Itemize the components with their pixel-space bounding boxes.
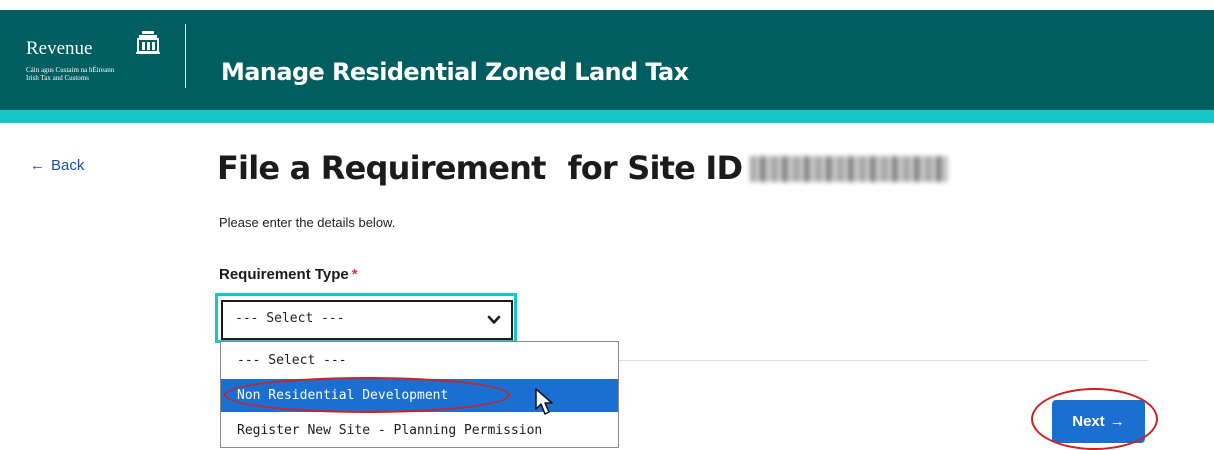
page-title-main: File a Requirement xyxy=(217,149,546,187)
required-marker: * xyxy=(351,266,358,283)
next-button[interactable]: Next → xyxy=(1052,400,1145,443)
header-accent-bar xyxy=(0,110,1214,123)
select-current-value: --- Select --- xyxy=(235,311,345,326)
redacted-site-id xyxy=(750,156,949,182)
section-divider xyxy=(619,360,1148,361)
requirement-type-label-text: Requirement Type xyxy=(219,266,349,283)
logo-subtitle: Cáin agus Custaim na hÉireann Irish Tax … xyxy=(26,66,114,82)
logo-wordmark: Revenue xyxy=(26,38,93,59)
intro-text: Please enter the details below. xyxy=(219,215,396,230)
logo-subtitle-english: Irish Tax and Customs xyxy=(26,74,89,82)
option-non-residential-development[interactable]: Non Residential Development xyxy=(221,379,618,412)
back-link[interactable]: ← Back xyxy=(30,157,84,174)
requirement-type-select[interactable]: --- Select --- xyxy=(221,300,513,340)
logo-subtitle-irish: Cáin agus Custaim na hÉireann xyxy=(26,66,115,74)
arrow-right-icon: → xyxy=(1109,413,1125,430)
revenue-harp-crest-icon xyxy=(136,31,160,54)
header-divider xyxy=(185,24,186,88)
requirement-type-options: --- Select --- Non Residential Developme… xyxy=(220,341,619,448)
page-title: File a Requirement for Site ID xyxy=(217,149,949,187)
chevron-down-icon xyxy=(487,315,501,324)
option-register-new-site[interactable]: Register New Site - Planning Permission xyxy=(221,414,618,447)
page-title-site: for Site ID xyxy=(567,149,743,187)
app-title: Manage Residential Zoned Land Tax xyxy=(221,58,689,86)
mouse-cursor-icon xyxy=(535,388,553,415)
back-label: Back xyxy=(51,157,85,174)
requirement-type-label: Requirement Type * xyxy=(219,266,358,283)
arrow-left-icon: ← xyxy=(30,157,45,174)
next-label: Next xyxy=(1072,413,1105,430)
option-select[interactable]: --- Select --- xyxy=(221,344,618,377)
